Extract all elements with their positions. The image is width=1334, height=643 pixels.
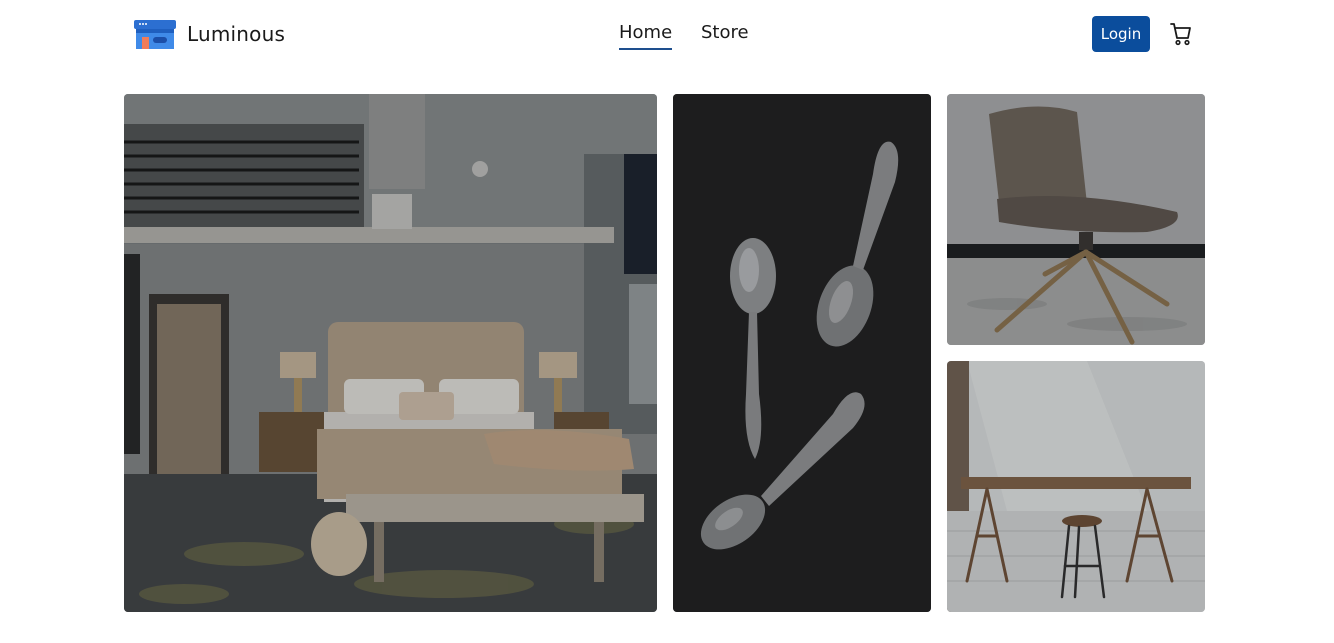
store-icon[interactable] xyxy=(134,18,176,50)
site-header: Luminous Home Store Login xyxy=(0,0,1334,70)
spoons-image[interactable] xyxy=(673,94,931,612)
nav-store-link[interactable]: Store xyxy=(701,22,749,43)
cart-icon[interactable] xyxy=(1170,22,1192,46)
bedroom-image[interactable] xyxy=(124,94,657,612)
chair-image[interactable] xyxy=(947,94,1205,345)
nav-home-link[interactable]: Home xyxy=(619,22,673,50)
table-image[interactable] xyxy=(947,361,1205,612)
login-button[interactable]: Login xyxy=(1092,16,1150,52)
brand-name[interactable]: Luminous xyxy=(187,22,285,46)
